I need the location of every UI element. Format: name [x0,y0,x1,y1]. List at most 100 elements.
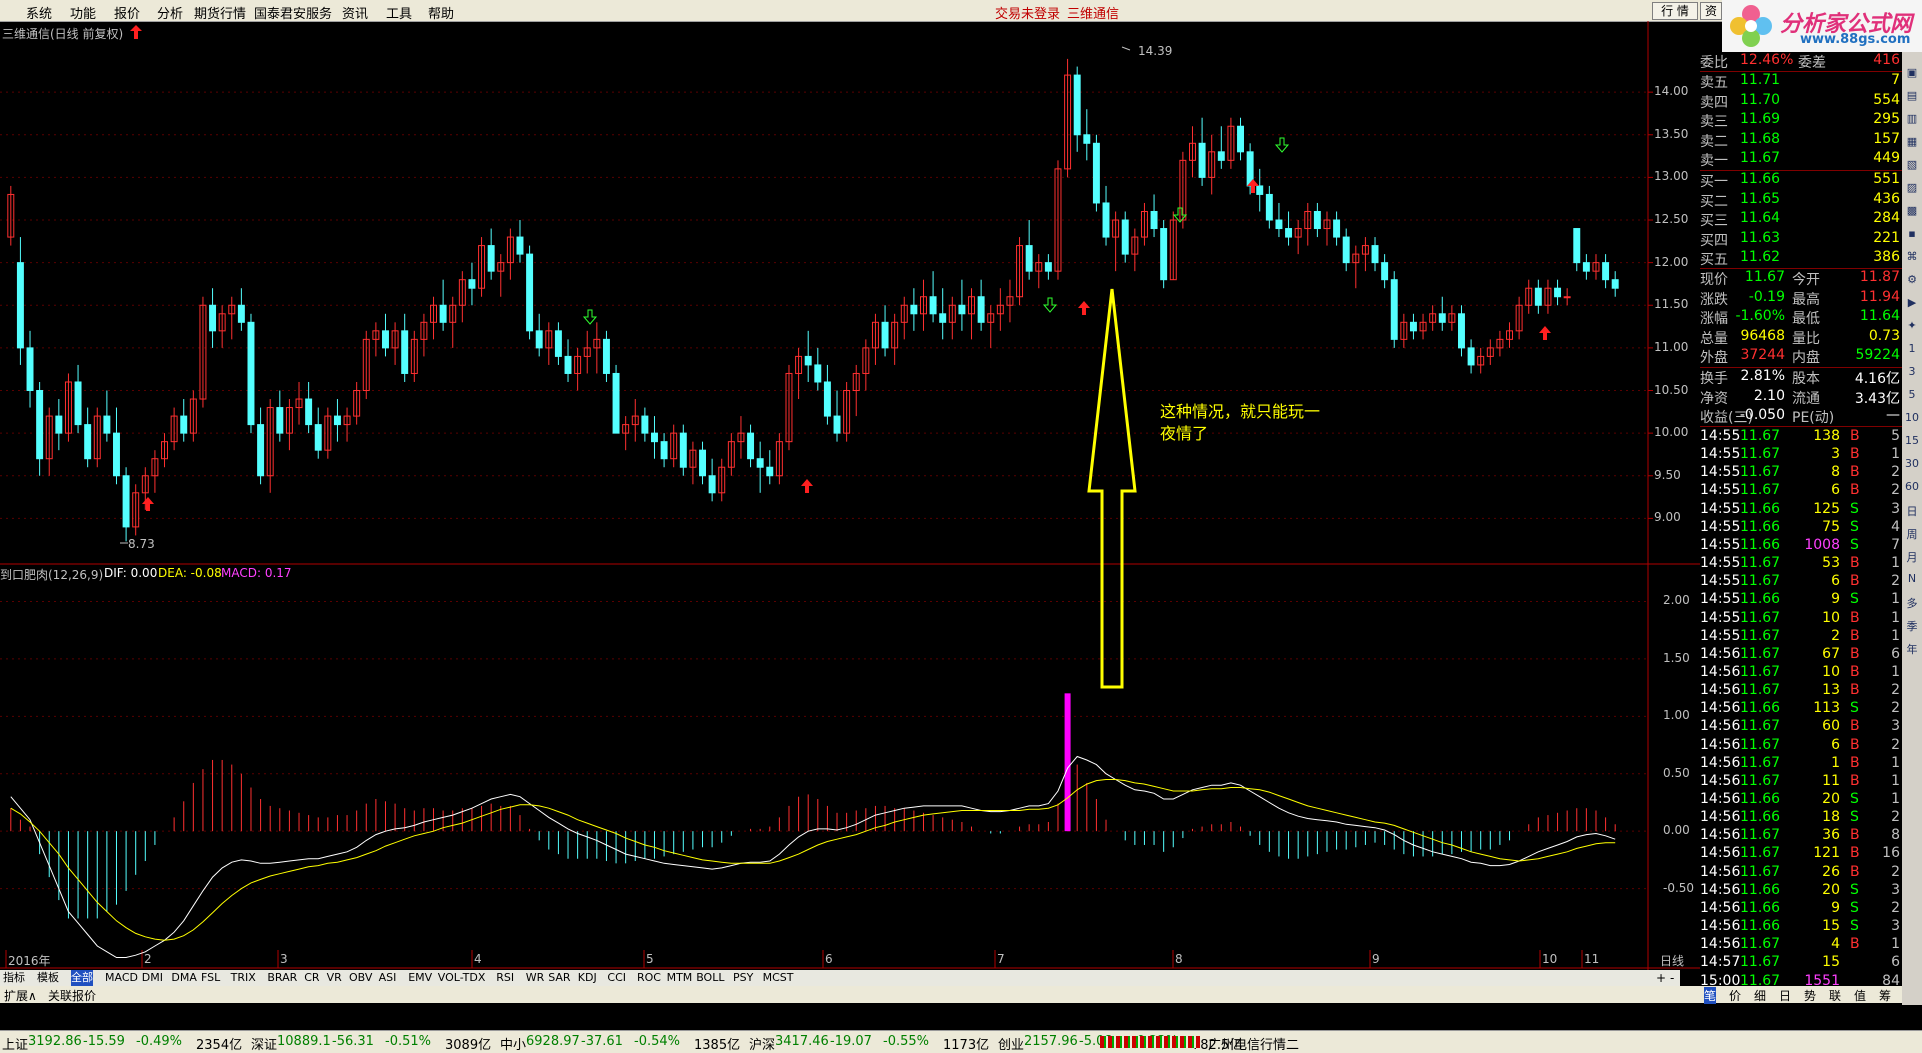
tool-button[interactable]: ⌘ [1904,250,1920,266]
market-index-name[interactable]: 上证 [2,1034,28,1053]
tool-button[interactable]: ▪ [1904,227,1920,243]
indicator-tab-boll[interactable]: BOLL [696,970,724,986]
tool-button[interactable]: ▣ [1904,66,1920,82]
candle-body [180,415,188,434]
menu-function[interactable]: 功能 [70,3,96,22]
candle-body [554,330,562,357]
indicator-tab-mcst[interactable]: MCST [763,970,794,986]
tool-button[interactable]: ⚙ [1904,273,1920,289]
tool-button[interactable]: 5 [1904,388,1920,404]
indicator-tab-模板[interactable]: 模板 [37,970,59,986]
tool-button[interactable]: ✦ [1904,319,1920,335]
panel-tab[interactable]: 势 [1804,987,1816,1004]
tick-row: 14:56 11.67 13 B 2 [1700,682,1902,701]
zoom-plus[interactable]: + [1656,971,1666,985]
tool-button[interactable]: 1 [1904,342,1920,358]
tool-button[interactable]: 月 [1904,549,1920,565]
indicator-tab-rsi[interactable]: RSI [496,970,514,986]
kline-chart[interactable] [0,21,1700,970]
tick-price: 11.66 [1740,809,1781,826]
tool-button[interactable]: 15 [1904,434,1920,450]
panel-tab[interactable]: 日 [1779,987,1791,1004]
panel-tab[interactable]: 筹 [1879,987,1891,1004]
tick-count: 2 [1891,482,1900,499]
panel-tab[interactable]: 值 [1854,987,1866,1004]
tool-button[interactable]: N [1904,572,1920,588]
indicator-tab-asi[interactable]: ASI [379,970,397,986]
menu-analysis[interactable]: 分析 [157,3,183,22]
tool-button[interactable]: 周 [1904,526,1920,542]
indicator-tab-cci[interactable]: CCI [607,970,626,986]
tick-side: B [1850,772,1860,789]
menu-system[interactable]: 系统 [26,3,52,22]
indicator-tab-fsl[interactable]: FSL [201,970,220,986]
panel-tab[interactable]: 联 [1829,987,1841,1004]
indicator-tab-cr[interactable]: CR [304,970,319,986]
tool-button[interactable]: ▶ [1904,296,1920,312]
trade-login-status[interactable]: 交易未登录 [995,3,1060,22]
indicator-tab-指标[interactable]: 指标 [3,970,25,986]
indicator-tab-vol-tdx[interactable]: VOL-TDX [438,970,486,986]
tool-button[interactable]: ▦ [1904,135,1920,151]
period-label[interactable]: 日线 [1660,952,1684,969]
tool-button[interactable]: 3 [1904,365,1920,381]
tool-button[interactable]: 10 [1904,411,1920,427]
tool-button[interactable]: 季 [1904,618,1920,634]
market-index-name[interactable]: 沪深 [749,1034,775,1053]
indicator-tab-obv[interactable]: OBV [349,970,372,986]
tool-button[interactable]: 多 [1904,595,1920,611]
tab-related-quote[interactable]: 关联报价 [48,987,96,1004]
panel-tab[interactable]: 笔 [1704,987,1717,1004]
tool-button[interactable]: 日 [1904,503,1920,519]
tool-button[interactable]: 60 [1904,480,1920,496]
indicator-tab-wr[interactable]: WR [526,970,545,986]
price-axis-label: 14.00 [1654,84,1689,99]
indicator-tab-trix[interactable]: TRIX [231,970,256,986]
tick-side: S [1850,500,1859,517]
tool-button[interactable]: ▥ [1904,112,1920,128]
tick-time: 14:55 [1700,536,1741,553]
menu-news[interactable]: 资讯 [342,3,368,22]
buy-volume: 436 [1873,190,1900,207]
panel-tab[interactable]: 价 [1729,987,1741,1004]
menu-futures[interactable]: 期货行情 [194,3,246,22]
tick-time: 14:56 [1700,791,1741,807]
market-index-name[interactable]: 中小 [500,1034,526,1053]
tool-button[interactable]: 年 [1904,641,1920,657]
indicator-tab-sar[interactable]: SAR [548,970,570,986]
indicator-tab-dmi[interactable]: DMI [142,970,163,986]
menu-guotai[interactable]: 国泰君安服务 [254,3,332,22]
tool-button[interactable]: ▩ [1904,204,1920,220]
indicator-tab-emv[interactable]: EMV [408,970,432,986]
tick-time: 14:56 [1700,845,1741,862]
indicator-tab-kdj[interactable]: KDJ [578,970,597,986]
panel-tab[interactable]: 细 [1754,987,1766,1004]
tab-expand[interactable]: 扩展∧ [4,987,37,1004]
menu-quote[interactable]: 报价 [114,3,140,22]
indicator-tab-psy[interactable]: PSY [733,970,753,986]
tool-button[interactable]: ▧ [1904,158,1920,174]
macd-dea: DEA: -0.08 [158,566,222,580]
indicator-tab-roc[interactable]: ROC [637,970,661,986]
quote-button[interactable]: 行 情 [1652,2,1698,20]
indicator-tab-mtm[interactable]: MTM [667,970,693,986]
menu-tools[interactable]: 工具 [386,3,412,22]
menu-help[interactable]: 帮助 [428,3,454,22]
indicator-tab-全部[interactable]: 全部 [71,970,93,986]
buy-volume: 284 [1873,210,1900,226]
macd-value: MACD: 0.17 [221,566,292,580]
tool-button[interactable]: ▤ [1904,89,1920,105]
indicator-tab-brar[interactable]: BRAR [267,970,297,986]
market-index-name[interactable]: 深证 [251,1034,277,1053]
zoom-minus[interactable]: - [1670,971,1674,985]
indicator-tab-vr[interactable]: VR [327,970,342,986]
tool-button[interactable]: ▨ [1904,181,1920,197]
news-button[interactable]: 资 讯 [1700,2,1722,20]
indicator-tab-macd[interactable]: MACD [105,970,138,986]
market-index-name[interactable]: 创业 [998,1034,1024,1053]
tool-button[interactable]: 30 [1904,457,1920,473]
tick-side: B [1850,428,1860,444]
server-name[interactable]: 广州电信行情二 [1208,1034,1299,1053]
buy-label: 买一 [1700,174,1728,190]
indicator-tab-dma[interactable]: DMA [171,970,197,986]
